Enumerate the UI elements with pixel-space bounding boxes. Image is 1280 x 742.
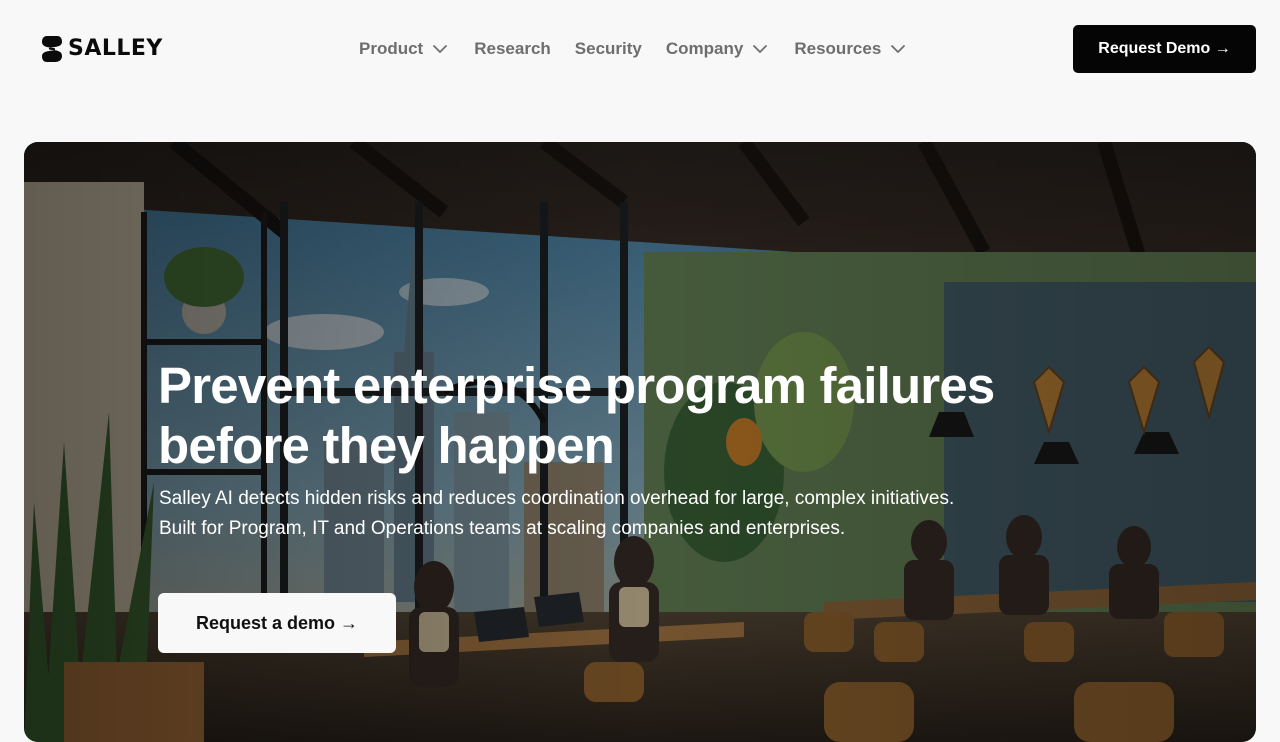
brand-logo[interactable]: SALLEY <box>41 34 163 64</box>
hero-subtitle: Salley AI detects hidden risks and reduc… <box>159 484 1059 544</box>
nav-security-label: Security <box>574 39 642 58</box>
brand-name: SALLEY <box>68 36 163 61</box>
main-nav: Product Research Security Company Resour… <box>359 34 906 64</box>
hero-title-line-2: before they happen <box>158 417 615 474</box>
site-header: SALLEY Product Research Security Company… <box>0 0 1280 98</box>
hero-section: Prevent enterprise program failures befo… <box>24 142 1256 742</box>
hero-subtitle-line-1: Salley AI detects hidden risks and reduc… <box>159 488 955 509</box>
nav-resources-label: Resources <box>794 39 882 58</box>
nav-resources[interactable]: Resources <box>794 39 906 59</box>
chevron-down-icon <box>753 45 768 53</box>
nav-company[interactable]: Company <box>666 39 768 59</box>
nav-product[interactable]: Product <box>359 39 448 59</box>
chevron-down-icon <box>891 45 906 53</box>
nav-research-label: Research <box>474 39 551 58</box>
hero-title-line-1: Prevent enterprise program failures <box>158 357 995 414</box>
salley-logo-icon <box>42 36 62 62</box>
nav-company-label: Company <box>665 39 744 58</box>
nav-product-label: Product <box>359 39 424 58</box>
hero-subtitle-line-2: Built for Program, IT and Operations tea… <box>159 518 846 539</box>
chevron-down-icon <box>433 45 448 53</box>
request-a-demo-button[interactable]: Request a demo → <box>158 593 396 653</box>
nav-security[interactable]: Security <box>575 39 642 59</box>
hero-title: Prevent enterprise program failures befo… <box>158 356 1058 476</box>
nav-research[interactable]: Research <box>474 39 551 59</box>
request-demo-button[interactable]: Request Demo → <box>1073 25 1256 73</box>
